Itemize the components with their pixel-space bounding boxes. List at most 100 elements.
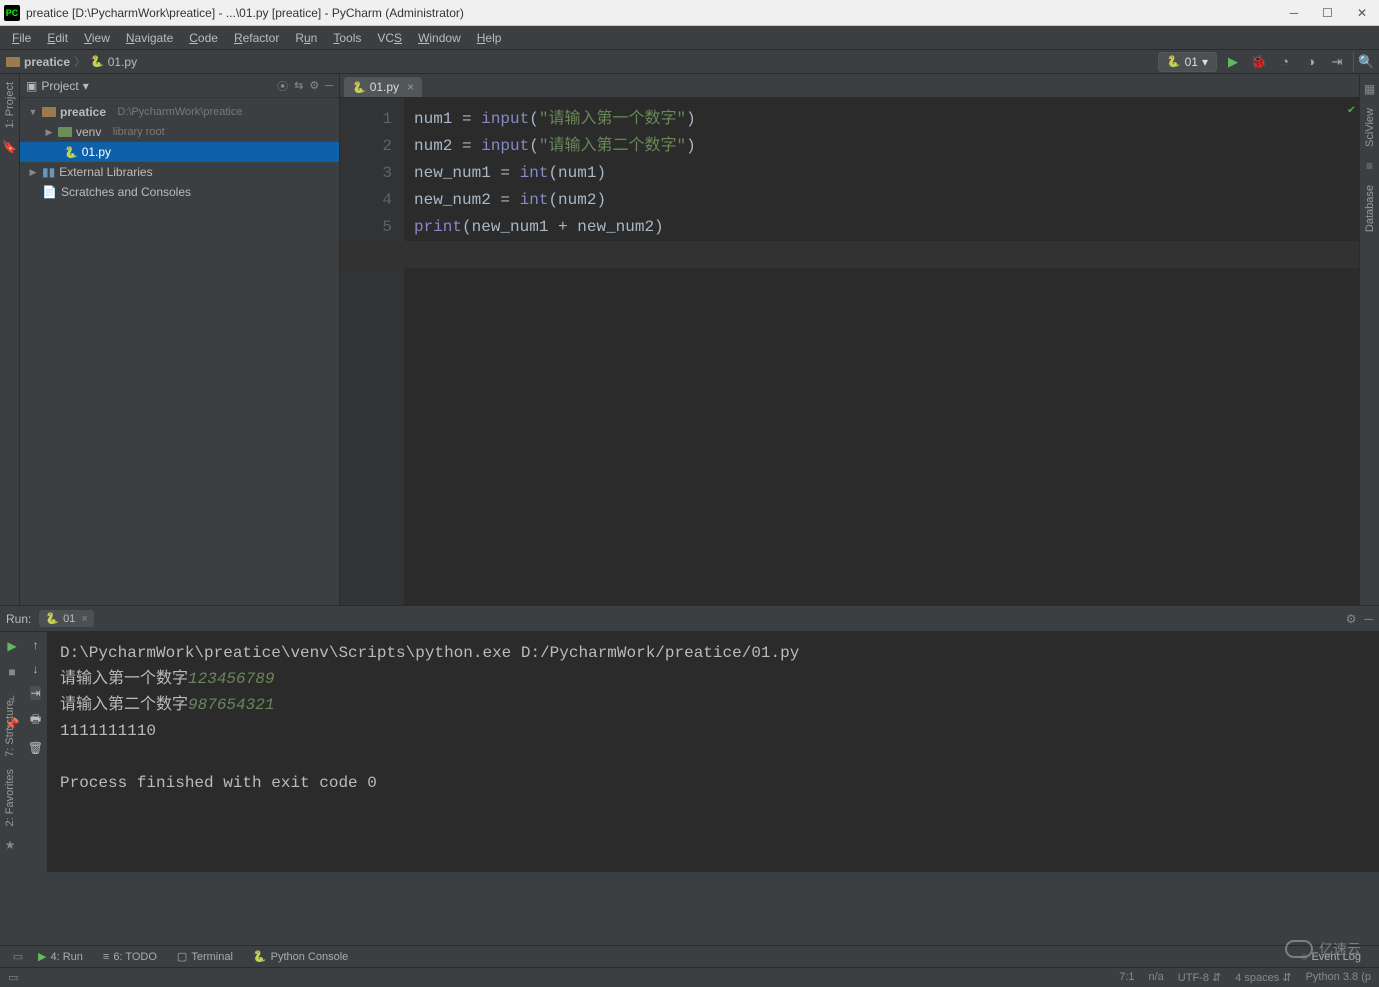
console-output[interactable]: D:\PycharmWork\preatice\venv\Scripts\pyt…	[48, 632, 1379, 872]
menu-edit[interactable]: Edit	[39, 29, 76, 47]
venv-tag: library root	[113, 126, 165, 138]
interpreter[interactable]: Python 3.8 (p	[1306, 971, 1371, 984]
expand-all-icon[interactable]: ⇆	[294, 79, 303, 92]
locate-icon[interactable]: ⦿	[277, 78, 288, 94]
attach-button[interactable]: ⇥	[1327, 52, 1347, 72]
close-run-tab-icon[interactable]: ×	[81, 613, 87, 625]
window-title: preatice [D:\PycharmWork\preatice] - ...…	[26, 6, 1290, 20]
debug-button[interactable]: 🐞	[1249, 52, 1269, 72]
right-tool-rail: ▦ SciView ≡ Database	[1359, 74, 1379, 605]
database-icon[interactable]: ≡	[1366, 159, 1373, 173]
bottom-tab-terminal[interactable]: ▢Terminal	[167, 950, 243, 963]
bottom-tab-run[interactable]: ▶4: Run	[28, 950, 93, 963]
toolwin-toggle-icon[interactable]: ▭	[8, 950, 28, 963]
menu-run[interactable]: Run	[287, 29, 325, 47]
minimize-button[interactable]: ─	[1290, 6, 1299, 20]
bottom-tab-todo[interactable]: ≡6: TODO	[93, 951, 167, 963]
rerun-button[interactable]: ▶	[4, 638, 20, 654]
breadcrumb-file[interactable]: 01.py	[108, 55, 137, 69]
run-panel-title: Run:	[6, 612, 31, 626]
tree-scratches[interactable]: 📄 Scratches and Consoles	[20, 182, 339, 202]
watermark-text: 亿速云	[1319, 939, 1361, 959]
current-line-highlight	[340, 241, 1359, 268]
indent[interactable]: 4 spaces ⇵	[1235, 971, 1291, 984]
encoding[interactable]: UTF-8 ⇵	[1178, 971, 1221, 984]
menu-help[interactable]: Help	[469, 29, 510, 47]
menu-window[interactable]: Window	[410, 29, 469, 47]
left-rail-lower: 7: Structure 2: Favorites ★	[0, 700, 20, 852]
inspection-ok-icon[interactable]: ✔	[1348, 102, 1355, 117]
menu-navigate[interactable]: Navigate	[118, 29, 181, 47]
tree-external-libs[interactable]: ▶ ▮▮ External Libraries	[20, 162, 339, 182]
sidebar-tab-favorites[interactable]: 2: Favorites	[4, 769, 16, 826]
menu-refactor[interactable]: Refactor	[226, 29, 287, 47]
down-button[interactable]: ↓	[33, 662, 39, 676]
file-name: 01.py	[82, 145, 111, 159]
navigation-bar: preatice 〉 🐍 01.py 🐍 01 ▾ ▶ 🐞 ◔ ◑ ⇥ 🔍	[0, 50, 1379, 74]
status-na: n/a	[1149, 971, 1164, 984]
grid-icon[interactable]: ▦	[1364, 82, 1375, 96]
bookmark-icon[interactable]: 🔖	[2, 140, 17, 154]
code-editor[interactable]: 123456 num1 = input("请输入第一个数字") num2 = i…	[340, 98, 1359, 605]
scratch-icon: 📄	[42, 185, 57, 199]
tree-file-01py[interactable]: 🐍 01.py	[20, 142, 339, 162]
profile-button[interactable]: ◑	[1301, 52, 1321, 72]
run-settings-icon[interactable]: ⚙	[1346, 612, 1357, 626]
folder-icon	[58, 127, 72, 137]
menu-code[interactable]: Code	[181, 29, 226, 47]
editor-area: 🐍 01.py × 123456 num1 = input("请输入第一个数字"…	[340, 74, 1359, 605]
hide-panel-icon[interactable]: ─	[325, 80, 333, 92]
code-content[interactable]: num1 = input("请输入第一个数字") num2 = input("请…	[404, 98, 1359, 605]
bottom-tool-bar: ▭ ▶4: Run ≡6: TODO ▢Terminal 🐍Python Con…	[0, 945, 1379, 967]
cloud-icon	[1285, 940, 1313, 958]
toolwin-icon[interactable]: ▭	[8, 971, 18, 984]
wrap-button[interactable]: ⇥	[30, 686, 40, 700]
project-panel-title[interactable]: Project	[41, 79, 78, 93]
chevron-right-icon: ▶	[28, 167, 38, 178]
root-name: preatice	[60, 105, 106, 119]
close-button[interactable]: ✕	[1357, 6, 1367, 20]
menu-tools[interactable]: Tools	[325, 29, 369, 47]
bottom-tab-python-console[interactable]: 🐍Python Console	[243, 950, 358, 963]
stop-button[interactable]: ■	[4, 664, 20, 680]
print-button[interactable]: 🖶	[30, 710, 41, 731]
close-tab-icon[interactable]: ×	[407, 80, 414, 94]
run-tab[interactable]: 🐍 01 ×	[39, 610, 93, 627]
pycharm-app-icon: PC	[4, 5, 20, 21]
menu-bar: File Edit View Navigate Code Refactor Ru…	[0, 26, 1379, 50]
sidebar-tab-sciview[interactable]: SciView	[1364, 108, 1376, 147]
settings-icon[interactable]: ⚙	[309, 79, 319, 92]
chevron-down-icon: ▼	[28, 107, 38, 117]
status-bar: ▭ 7:1 n/a UTF-8 ⇵ 4 spaces ⇵ Python 3.8 …	[0, 967, 1379, 987]
search-everywhere-button[interactable]: 🔍	[1353, 52, 1373, 72]
star-icon[interactable]: ★	[5, 838, 16, 852]
python-file-icon: 🐍	[90, 55, 104, 68]
project-tool-window: ▣Project ▾ ⦿ ⇆ ⚙ ─ ▼ preatice D:\Pycharm…	[20, 74, 340, 605]
up-button[interactable]: ↑	[33, 638, 39, 652]
python-icon: 🐍	[1167, 55, 1181, 68]
chevron-right-icon: ▶	[44, 127, 54, 138]
tree-root[interactable]: ▼ preatice D:\PycharmWork\preatice	[20, 102, 339, 122]
trash-button[interactable]: 🗑	[28, 741, 43, 755]
editor-tab[interactable]: 🐍 01.py ×	[344, 77, 422, 97]
cursor-position[interactable]: 7:1	[1119, 971, 1134, 984]
sidebar-tab-database[interactable]: Database	[1364, 185, 1376, 232]
venv-name: venv	[76, 125, 101, 139]
sidebar-tab-project[interactable]: 1: Project	[4, 82, 16, 128]
maximize-button[interactable]: ☐	[1322, 6, 1333, 20]
hide-run-icon[interactable]: ─	[1364, 612, 1373, 626]
sidebar-tab-structure[interactable]: 7: Structure	[4, 700, 16, 757]
run-tab-name: 01	[63, 613, 75, 625]
menu-view[interactable]: View	[76, 29, 118, 47]
tree-venv[interactable]: ▶ venv library root	[20, 122, 339, 142]
menu-vcs[interactable]: VCS	[369, 29, 410, 47]
menu-file[interactable]: File	[4, 29, 39, 47]
title-bar: PC preatice [D:\PycharmWork\preatice] - …	[0, 0, 1379, 26]
folder-icon	[42, 107, 56, 117]
breadcrumb-separator: 〉	[74, 53, 86, 70]
breadcrumb-project[interactable]: preatice	[24, 55, 70, 69]
run-config-selector[interactable]: 🐍 01 ▾	[1158, 52, 1217, 72]
chevron-down-icon[interactable]: ▾	[83, 79, 89, 93]
run-button[interactable]: ▶	[1223, 52, 1243, 72]
coverage-button[interactable]: ◔	[1275, 52, 1295, 72]
